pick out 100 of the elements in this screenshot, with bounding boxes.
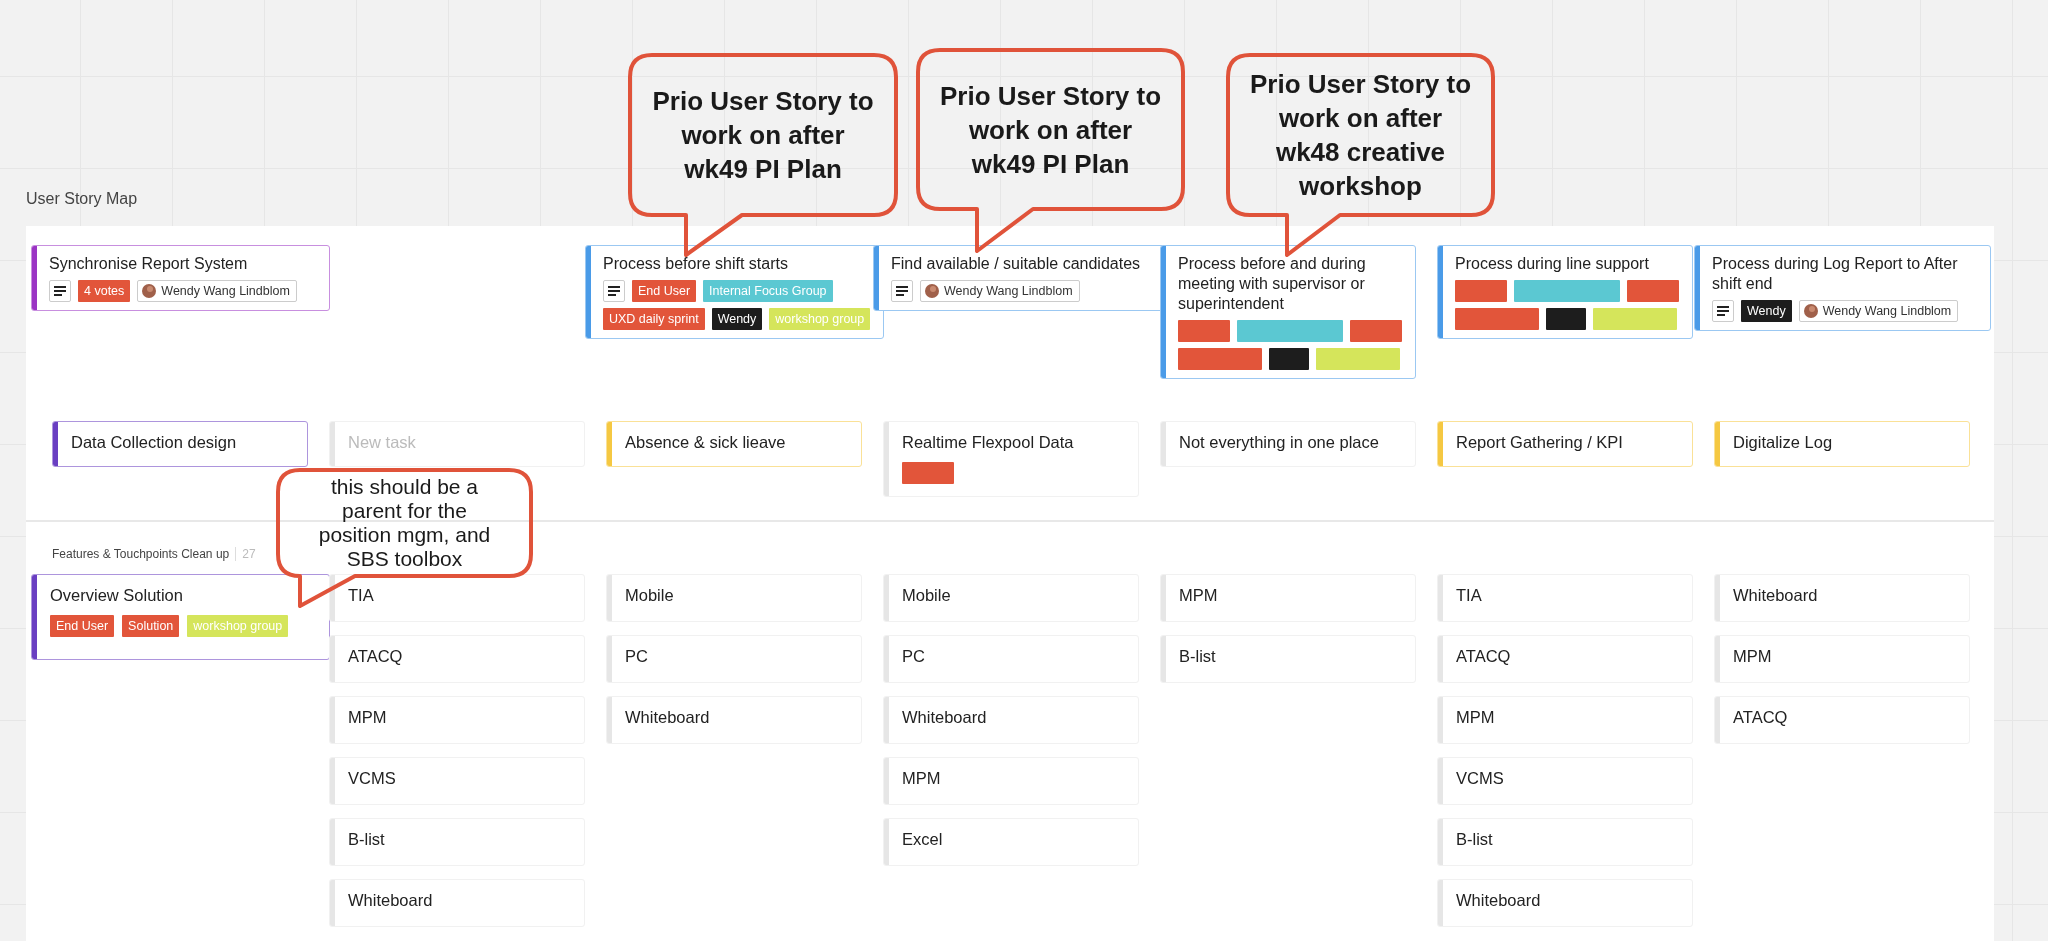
story-card[interactable]: Process before shift starts End User Internal Focus Group UXD daily sprint Wendy workshop group — [585, 245, 884, 339]
label-tag: Solution — [122, 615, 180, 637]
story-card[interactable]: Process during Log Report to After shift end Wendy Wendy Wang Lindblom — [1694, 245, 1991, 331]
card-title: Whiteboard — [1733, 585, 1819, 605]
story-card[interactable]: ATACQ — [329, 635, 585, 683]
card-title: Mobile — [902, 585, 952, 605]
story-card[interactable]: Absence & sick lieave — [606, 421, 862, 467]
lines-icon — [608, 286, 620, 296]
card-title: Realtime Flexpool Data — [902, 432, 1075, 452]
story-card[interactable]: Data Collection design — [52, 421, 308, 467]
story-card[interactable]: B-list — [329, 818, 585, 866]
story-card[interactable]: VCMS — [329, 757, 585, 805]
callout-text: Prio User Story to work on after wk48 creative workshop — [1248, 68, 1473, 203]
callout-text: this should be a parent for the position mgm, and SBS toolbox — [317, 475, 492, 571]
card-title: Data Collection design — [71, 432, 238, 452]
story-card[interactable]: Synchronise Report System 4 votes Wendy Wang Lindblom — [31, 245, 330, 311]
story-card[interactable]: B-list — [1160, 635, 1416, 683]
label-tag: Internal Focus Group — [703, 280, 833, 302]
notes-button[interactable] — [49, 280, 71, 302]
assignee-chip[interactable]: Wendy Wang Lindblom — [1798, 300, 1959, 322]
story-card[interactable]: Whiteboard — [883, 696, 1139, 744]
card-title: Process before shift starts — [603, 254, 789, 274]
notes-button[interactable] — [1712, 300, 1734, 322]
card-title: Report Gathering / KPI — [1456, 432, 1624, 452]
label-tag: End User — [632, 280, 697, 302]
card-title: Absence & sick lieave — [625, 432, 787, 452]
card-title: B-list — [1179, 646, 1217, 666]
card-title: PC — [625, 646, 649, 666]
story-card[interactable]: Excel — [883, 818, 1139, 866]
card-title: Whiteboard — [1456, 890, 1542, 910]
card-title: MPM — [1733, 646, 1773, 666]
story-card[interactable]: Whiteboard — [1437, 879, 1693, 927]
callout-text: Prio User Story to work on after wk49 PI Plan — [651, 85, 875, 186]
story-card[interactable]: TIA — [1437, 574, 1693, 622]
card-title: Digitalize Log — [1733, 432, 1834, 452]
card-title: VCMS — [348, 768, 397, 788]
story-card[interactable]: Whiteboard — [1714, 574, 1970, 622]
card-title: B-list — [1456, 829, 1494, 849]
card-title: TIA — [1456, 585, 1483, 605]
card-title: VCMS — [1456, 768, 1505, 788]
story-card[interactable]: PC — [883, 635, 1139, 683]
story-card[interactable]: ATACQ — [1714, 696, 1970, 744]
story-card[interactable]: B-list — [1437, 818, 1693, 866]
label-tag: 4 votes — [78, 280, 131, 302]
label-tag: UXD daily sprint — [603, 308, 705, 330]
card-count: 27 — [235, 547, 256, 561]
story-card[interactable]: Digitalize Log — [1714, 421, 1970, 467]
card-title: B-list — [348, 829, 386, 849]
story-card[interactable]: VCMS — [1437, 757, 1693, 805]
story-card[interactable]: Report Gathering / KPI — [1437, 421, 1693, 467]
avatar-icon — [142, 284, 157, 298]
card-title: Whiteboard — [625, 707, 711, 727]
lines-icon — [1717, 306, 1729, 316]
card-title: ATACQ — [348, 646, 404, 666]
assignee-chip[interactable]: Wendy Wang Lindblom — [137, 280, 297, 302]
card-title: Mobile — [625, 585, 675, 605]
story-card[interactable]: ATACQ — [1437, 635, 1693, 683]
lines-icon — [896, 286, 908, 296]
notes-button[interactable] — [891, 280, 913, 302]
section-title: Features & Touchpoints Clean up — [52, 547, 230, 561]
card-title: Whiteboard — [348, 890, 434, 910]
story-card[interactable]: MPM — [329, 696, 585, 744]
callout-text: Prio User Story to work on after wk49 PI Plan — [938, 79, 1163, 181]
card-title: Not everything in one place — [1179, 432, 1380, 452]
label-tag: workshop group — [187, 615, 289, 637]
story-card[interactable]: Whiteboard — [329, 879, 585, 927]
story-card[interactable]: Mobile — [883, 574, 1139, 622]
card-title: ATACQ — [1733, 707, 1789, 727]
story-card[interactable]: MPM — [1714, 635, 1970, 683]
card-title: Process during Log Report to After shift end — [1712, 254, 1959, 294]
label-tag: End User — [50, 615, 115, 637]
card-title: Process during line support — [1455, 254, 1650, 274]
label-tag: workshop group — [769, 308, 871, 330]
card-title: Synchronise Report System — [49, 254, 249, 274]
card-title: MPM — [1456, 707, 1496, 727]
story-card[interactable]: TIA — [329, 574, 585, 622]
story-card[interactable]: Process before and during meeting with supervisor or superintendent — [1160, 245, 1416, 379]
card-title: PC — [902, 646, 926, 666]
board-title: User Story Map — [26, 190, 138, 208]
story-card[interactable]: Whiteboard — [606, 696, 862, 744]
story-card[interactable]: Overview Solution End User Solution workshop group — [31, 574, 330, 660]
card-title: MPM — [902, 768, 942, 788]
card-title: Whiteboard — [902, 707, 988, 727]
story-card[interactable]: PC — [606, 635, 862, 683]
story-card[interactable]: Not everything in one place — [1160, 421, 1416, 467]
avatar-icon — [1803, 304, 1818, 318]
story-card[interactable]: MPM — [1437, 696, 1693, 744]
story-card[interactable]: Realtime Flexpool Data — [883, 421, 1139, 497]
card-title: Excel — [902, 829, 944, 849]
card-title: ATACQ — [1456, 646, 1512, 666]
story-card[interactable]: Mobile — [606, 574, 862, 622]
story-card[interactable]: MPM — [883, 757, 1139, 805]
card-title: MPM — [1179, 585, 1219, 605]
story-card[interactable]: Process during line support — [1437, 245, 1693, 339]
assignee-chip[interactable]: Wendy Wang Lindblom — [920, 280, 1080, 302]
card-title: MPM — [348, 707, 388, 727]
notes-button[interactable] — [603, 280, 625, 302]
card-title: TIA — [348, 585, 375, 605]
story-card[interactable]: MPM — [1160, 574, 1416, 622]
avatar-icon — [925, 284, 939, 298]
